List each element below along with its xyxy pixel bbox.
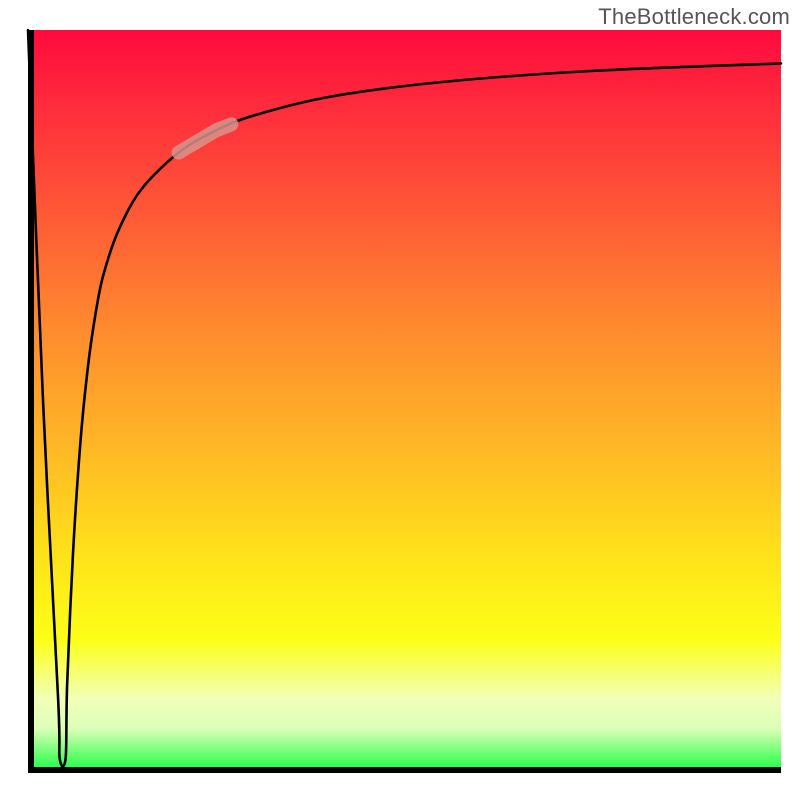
curve-layer <box>28 30 781 773</box>
curve-highlight <box>179 124 232 152</box>
bottleneck-curve-line <box>28 30 781 766</box>
chart-stage: TheBottleneck.com <box>0 0 800 800</box>
highlight-pill <box>179 124 232 152</box>
watermark-text: TheBottleneck.com <box>598 4 790 30</box>
plot-area <box>28 30 781 773</box>
